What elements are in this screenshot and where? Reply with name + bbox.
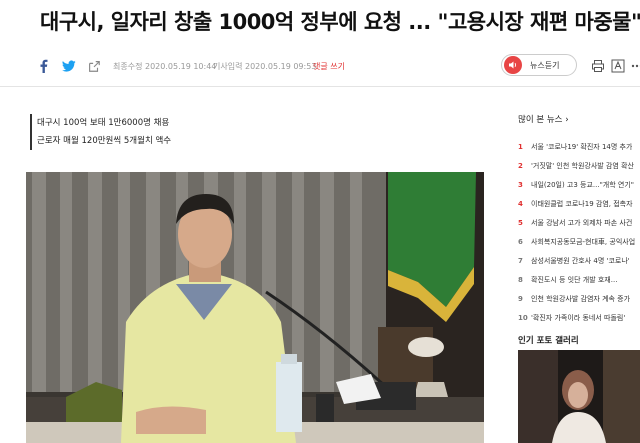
speaker-icon — [504, 56, 522, 74]
news-title: 서울 강남서 고가 외제차 파손 사건 — [531, 218, 633, 227]
published-date: 기사입력 2020.05.19 09:53 — [213, 62, 317, 71]
rank-number: 9 — [518, 294, 523, 303]
print-icon[interactable] — [591, 58, 605, 72]
rank-number: 3 — [518, 180, 523, 189]
gallery-thumbnail[interactable] — [518, 350, 640, 443]
news-title: '확진자 가족이라 동네서 따돌림' — [531, 313, 626, 322]
news-title: '거짓말' 인천 학원강사발 감염 확산 — [531, 161, 634, 170]
photo-gallery-title[interactable]: 인기 포토 갤러리 — [518, 334, 579, 346]
news-listen-button[interactable]: 뉴스듣기 — [501, 54, 577, 76]
news-title: 내일(20일) 고3 등교..."개학 연기" — [531, 180, 635, 189]
rank-number: 2 — [518, 161, 523, 170]
popular-news-item[interactable]: 2 '거짓말' 인천 학원강사발 감염 확산 — [518, 156, 640, 175]
popular-news-list: 1 서울 '코로나19' 확진자 14명 추가 2 '거짓말' 인천 학원강사발 감… — [518, 137, 640, 327]
popular-news-item[interactable]: 6 사회복지공동모금-현대車, 공익사업 — [518, 232, 640, 251]
facebook-icon[interactable] — [36, 58, 52, 74]
popular-news-item[interactable]: 7 삼성서울병원 간호사 4명 '코로나' — [518, 251, 640, 270]
rank-number: 7 — [518, 256, 523, 265]
modified-date: 최종수정 2020.05.19 10:44 — [113, 62, 217, 71]
article-summary: 대구시 100억 보태 1만6000명 채용 근로자 매월 120만원씩 5개월… — [30, 114, 171, 150]
rank-number: 5 — [518, 218, 523, 227]
summary-line: 대구시 100억 보태 1만6000명 채용 — [37, 118, 170, 128]
reply-link[interactable]: 댓글 쓰기 — [313, 61, 345, 72]
popular-news-item[interactable]: 4 이태원클럽 코로나19 감염, 접촉자 — [518, 194, 640, 213]
rank-number: 8 — [518, 275, 523, 284]
popular-news-item[interactable]: 3 내일(20일) 고3 등교..."개학 연기" — [518, 175, 640, 194]
summary-line: 근로자 매월 120만원씩 5개월치 액수 — [37, 136, 172, 146]
rank-number: 1 — [518, 142, 523, 151]
popular-news-item[interactable]: 5 서울 강남서 고가 외제차 파손 사건 — [518, 213, 640, 232]
rank-number: 4 — [518, 199, 523, 208]
header-divider — [0, 86, 640, 87]
rank-number: 6 — [518, 237, 523, 246]
article-photo — [26, 172, 484, 443]
news-title: 이태원클럽 코로나19 감염, 접촉자 — [531, 199, 633, 208]
more-icon[interactable] — [630, 58, 640, 72]
news-title: 서울 '코로나19' 확진자 14명 추가 — [531, 142, 633, 151]
popular-news-item[interactable]: 8 확진도시 등 잇단 개발 호재... — [518, 270, 640, 289]
font-size-icon[interactable] — [611, 58, 625, 73]
popular-news-item[interactable]: 9 인천 학원강사발 감염자 계속 증가 — [518, 289, 640, 308]
news-title: 사회복지공동모금-현대車, 공익사업 — [531, 237, 636, 246]
popular-news-item[interactable]: 10 '확진자 가족이라 동네서 따돌림' — [518, 308, 640, 327]
news-title: 삼성서울병원 간호사 4명 '코로나' — [531, 256, 630, 265]
rank-number: 10 — [518, 313, 528, 322]
article-meta-bar: 최종수정 2020.05.19 10:44 기사입력 2020.05.19 09… — [0, 52, 640, 82]
news-title: 인천 학원강사발 감염자 계속 증가 — [531, 294, 631, 303]
share-icon[interactable] — [86, 58, 102, 74]
article-headline: 대구시, 일자리 창출 1000억 정부에 요청 ... "고용시장 재편 마중… — [40, 10, 640, 34]
popular-news-item[interactable]: 1 서울 '코로나19' 확진자 14명 추가 — [518, 137, 640, 156]
news-title: 확진도시 등 잇단 개발 호재... — [531, 275, 618, 284]
news-listen-label: 뉴스듣기 — [530, 60, 560, 70]
twitter-icon[interactable] — [61, 58, 77, 74]
popular-news-title[interactable]: 많이 본 뉴스 › — [518, 113, 569, 125]
